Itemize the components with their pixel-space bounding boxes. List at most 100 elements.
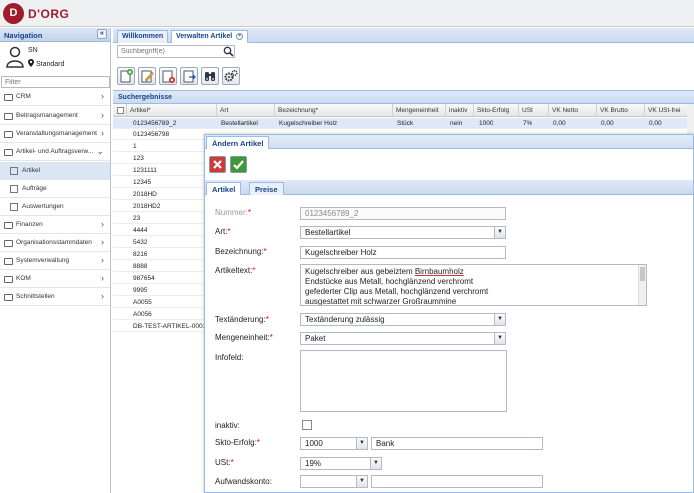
aufwandskonto-label: Aufwandskonto:	[215, 477, 272, 486]
binoculars-icon	[205, 72, 215, 81]
settings-button[interactable]	[222, 67, 240, 85]
tab-verwalten-artikel[interactable]: Verwalten Artikel ×	[171, 30, 249, 43]
document-icon	[10, 167, 18, 175]
location-pin-icon	[28, 59, 34, 67]
cell-artikel: 0123456798	[133, 131, 170, 138]
nav-subitem-label: Artikel	[22, 167, 41, 174]
nav-subitem-auswertungen[interactable]: Auswertungen	[0, 198, 110, 216]
nav-item-artikel-auftragsverwaltung[interactable]: Artikel- und Auftragsverw... ⌄	[0, 143, 110, 161]
nav-subitem-artikel[interactable]: Artikel	[0, 162, 110, 180]
column-header-bezeichnung[interactable]: Bezeichnung*	[275, 104, 393, 117]
nav-item-systemverwaltung[interactable]: Systemverwaltung ›	[0, 252, 110, 270]
column-header-art[interactable]: Art	[217, 104, 275, 117]
select-all-checkbox[interactable]	[117, 107, 124, 114]
column-header-vk-brutto[interactable]: VK Brutto	[597, 104, 645, 117]
column-header-ust[interactable]: USt	[519, 104, 549, 117]
nummer-label: Nummer:*	[215, 208, 252, 217]
tab-willkommen[interactable]: Willkommen	[117, 30, 169, 43]
cell-artikel: 123	[133, 155, 144, 162]
tab-label: Willkommen	[122, 33, 164, 40]
inaktiv-checkbox[interactable]	[302, 420, 312, 430]
user-location-label: Standard	[35, 61, 65, 68]
nav-item-veranstaltungsmanagement[interactable]: Veranstaltungsmanagement ›	[0, 125, 110, 143]
column-header-mengeneinheit[interactable]: Mengeneinheit	[393, 104, 446, 117]
collapse-icon[interactable]: «	[97, 29, 107, 39]
infofeld-label: Infofeld:	[215, 353, 244, 362]
export-icon	[183, 70, 196, 83]
cell-artikel: 4444	[133, 227, 148, 234]
bezeichnung-field[interactable]: Kugelschreiber Holz	[300, 246, 506, 259]
column-header-artikel[interactable]: Artikel*	[127, 104, 217, 117]
nav-subitem-label: Aufträge	[22, 185, 47, 192]
gears-icon	[224, 69, 238, 82]
chevron-down-icon[interactable]: ▼	[356, 438, 367, 449]
folder-open-icon	[4, 149, 13, 156]
nav-item-label: Veranstaltungsmanagement	[16, 130, 97, 137]
edit-icon	[141, 70, 154, 83]
navigation-panel: Navigation « SN Standard CRM › Beitragsm…	[0, 28, 111, 493]
nav-item-label: CRM	[16, 93, 31, 100]
chevron-down-icon[interactable]: ▼	[370, 458, 381, 469]
filter-input[interactable]	[1, 76, 110, 88]
artikeltext-label: Artikeltext:*	[215, 266, 256, 275]
search-article-button[interactable]	[201, 67, 219, 85]
user-info: SN Standard	[0, 42, 110, 72]
folder-icon	[4, 94, 13, 101]
artikeltext-field[interactable]: Kugelschreiber aus gebeiztem Birnbaumhol…	[300, 264, 647, 306]
column-header-skto-erfolg[interactable]: Skto-Erfolg	[474, 104, 519, 117]
results-title: Suchergebnisse	[113, 90, 694, 104]
user-location: Standard	[28, 59, 64, 68]
art-select[interactable]: Bestellartikel ▼	[300, 226, 506, 239]
save-button[interactable]	[230, 156, 247, 173]
nav-item-finanzen[interactable]: Finanzen ›	[0, 216, 110, 234]
tab-preise[interactable]: Preise	[249, 182, 284, 195]
nav-item-beitragsmanagement[interactable]: Beitragsmanagement ›	[0, 107, 110, 125]
chevron-right-icon: ›	[101, 273, 104, 283]
art-label: Art:*	[215, 227, 231, 236]
chevron-down-icon[interactable]: ▼	[494, 314, 505, 325]
search-icon[interactable]	[223, 46, 234, 57]
cell-artikel: 2018HD2	[133, 203, 161, 210]
cancel-button[interactable]	[209, 156, 226, 173]
skto-select[interactable]: 1000 ▼	[300, 437, 368, 450]
infofeld-field[interactable]	[300, 350, 507, 412]
nav-item-label: KOM	[16, 275, 31, 282]
edit-article-button[interactable]	[138, 67, 156, 85]
textaenderung-select[interactable]: Textänderung zulässig ▼	[300, 313, 506, 326]
cell-artikel: 9995	[133, 287, 148, 294]
mengeneinheit-select[interactable]: Paket ▼	[300, 332, 506, 345]
art-label-text: Art:	[215, 227, 228, 236]
cell-skto-erfolg: 1000	[479, 120, 494, 127]
dialog-title: Ändern Artikel	[206, 136, 270, 149]
new-article-button[interactable]	[117, 67, 135, 85]
aufwandskonto-select[interactable]: ▼	[300, 475, 368, 488]
aufwandskonto-text-field	[371, 475, 543, 488]
export-article-button[interactable]	[180, 67, 198, 85]
table-row[interactable]: 0123456789_2 Bestellartikel Kugelschreib…	[113, 118, 694, 129]
delete-article-button[interactable]	[159, 67, 177, 85]
close-icon[interactable]: ×	[236, 33, 244, 40]
chevron-down-icon[interactable]: ▼	[494, 333, 505, 344]
navigation-title: Navigation	[4, 31, 43, 40]
cell-artikel: 987654	[133, 275, 155, 282]
ust-value: 19%	[305, 459, 322, 468]
tab-label: Verwalten Artikel	[176, 33, 233, 40]
nav-item-crm[interactable]: CRM ›	[0, 88, 110, 106]
chevron-right-icon: ›	[101, 91, 104, 101]
tab-artikel[interactable]: Artikel	[206, 182, 242, 195]
search-input[interactable]	[117, 45, 235, 58]
nav-item-kom[interactable]: KOM ›	[0, 270, 110, 288]
chevron-down-icon[interactable]: ▼	[356, 476, 367, 487]
art-value: Bestellartikel	[305, 228, 351, 237]
nav-subitem-auftraege[interactable]: Aufträge	[0, 180, 110, 198]
artikeltext-scrollbar[interactable]	[638, 265, 646, 305]
chevron-right-icon: ›	[101, 291, 104, 301]
ust-select[interactable]: 19% ▼	[300, 457, 382, 470]
close-icon	[213, 160, 222, 169]
mengeneinheit-label-text: Mengeneinheit:	[215, 333, 270, 342]
chevron-down-icon[interactable]: ▼	[494, 227, 505, 238]
column-header-vk-netto[interactable]: VK Netto	[549, 104, 597, 117]
nav-item-organisationsstammdaten[interactable]: Organisationsstammdaten ›	[0, 234, 110, 252]
nav-item-schnittstellen[interactable]: Schnittstellen ›	[0, 288, 110, 306]
column-header-inaktiv[interactable]: inaktiv	[446, 104, 474, 117]
